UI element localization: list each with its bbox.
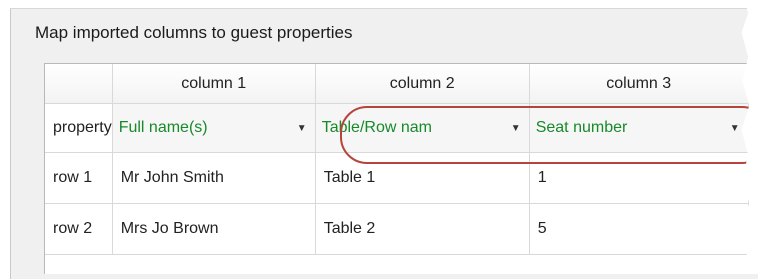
table-cell[interactable]: 1 [529,152,749,204]
table-cell[interactable]: Table 2 [315,203,530,255]
table-corner [45,64,113,104]
dropdown-arrow-icon[interactable]: ▼ [511,123,521,134]
column-header-2[interactable]: column 2 [315,64,530,104]
property-row: property Full name(s) ▼ Table/Row nam ▼ … [45,103,749,153]
row-header-property: property [45,103,113,153]
dropdown-arrow-icon[interactable]: ▼ [730,123,740,134]
group-title: Map imported columns to guest properties [35,23,353,42]
table-cell[interactable]: 5 [529,203,749,255]
property-select-column-1[interactable]: Full name(s) ▼ [112,103,316,153]
table-cell[interactable]: Mrs Jo Brown [112,203,316,255]
table-cell[interactable]: Table 1 [315,152,530,204]
table-cell[interactable]: Mr John Smith [112,152,316,204]
column-header-1[interactable]: column 1 [112,64,316,104]
property-select-value: Seat number [535,119,628,136]
row-header: row 2 [45,203,113,255]
property-select-column-3[interactable]: Seat number ▼ [529,103,749,153]
row-header: row 1 [45,152,113,204]
property-select-value: Table/Row nam [321,119,432,136]
property-select-column-2[interactable]: Table/Row nam ▼ [315,103,530,153]
column-header-3[interactable]: column 3 [529,64,749,104]
table-row: row 2 Mrs Jo Brown Table 2 5 [45,203,749,255]
table-row: row 1 Mr John Smith Table 1 1 [45,152,749,204]
mapping-table: column 1 column 2 column 3 property Full… [44,63,758,274]
dropdown-arrow-icon[interactable]: ▼ [297,123,307,134]
torn-edge-top [0,0,758,8]
property-select-value: Full name(s) [118,119,208,136]
